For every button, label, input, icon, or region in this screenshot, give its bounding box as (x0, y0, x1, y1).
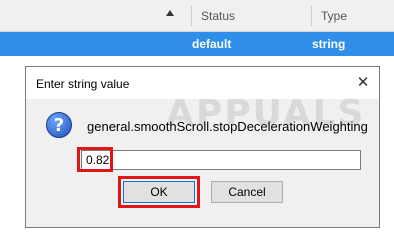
preference-name: general.smoothScroll.stopDecelerationWei… (87, 119, 368, 134)
ok-button[interactable]: OK (123, 181, 195, 203)
close-icon[interactable]: ✕ (353, 73, 373, 93)
column-separator[interactable] (191, 6, 192, 26)
column-header-status[interactable]: Status (201, 9, 235, 23)
table-row-selected[interactable]: default string (0, 32, 394, 56)
cell-type: string (312, 37, 346, 51)
value-input[interactable] (81, 150, 361, 170)
dialog-body: APPUALS ? general.smoothScroll.stopDecel… (26, 93, 379, 227)
question-icon: ? (46, 112, 72, 138)
dialog-title: Enter string value (36, 77, 130, 91)
string-value-dialog: Enter string value ✕ APPUALS ? general.s… (25, 66, 380, 228)
sort-ascending-icon[interactable] (166, 10, 174, 16)
table-header: Status Type (0, 0, 394, 32)
dialog-titlebar[interactable]: Enter string value ✕ (26, 67, 379, 99)
column-header-type[interactable]: Type (321, 9, 347, 23)
cancel-button[interactable]: Cancel (211, 181, 283, 203)
column-separator[interactable] (311, 6, 312, 26)
cell-status: default (192, 37, 232, 51)
